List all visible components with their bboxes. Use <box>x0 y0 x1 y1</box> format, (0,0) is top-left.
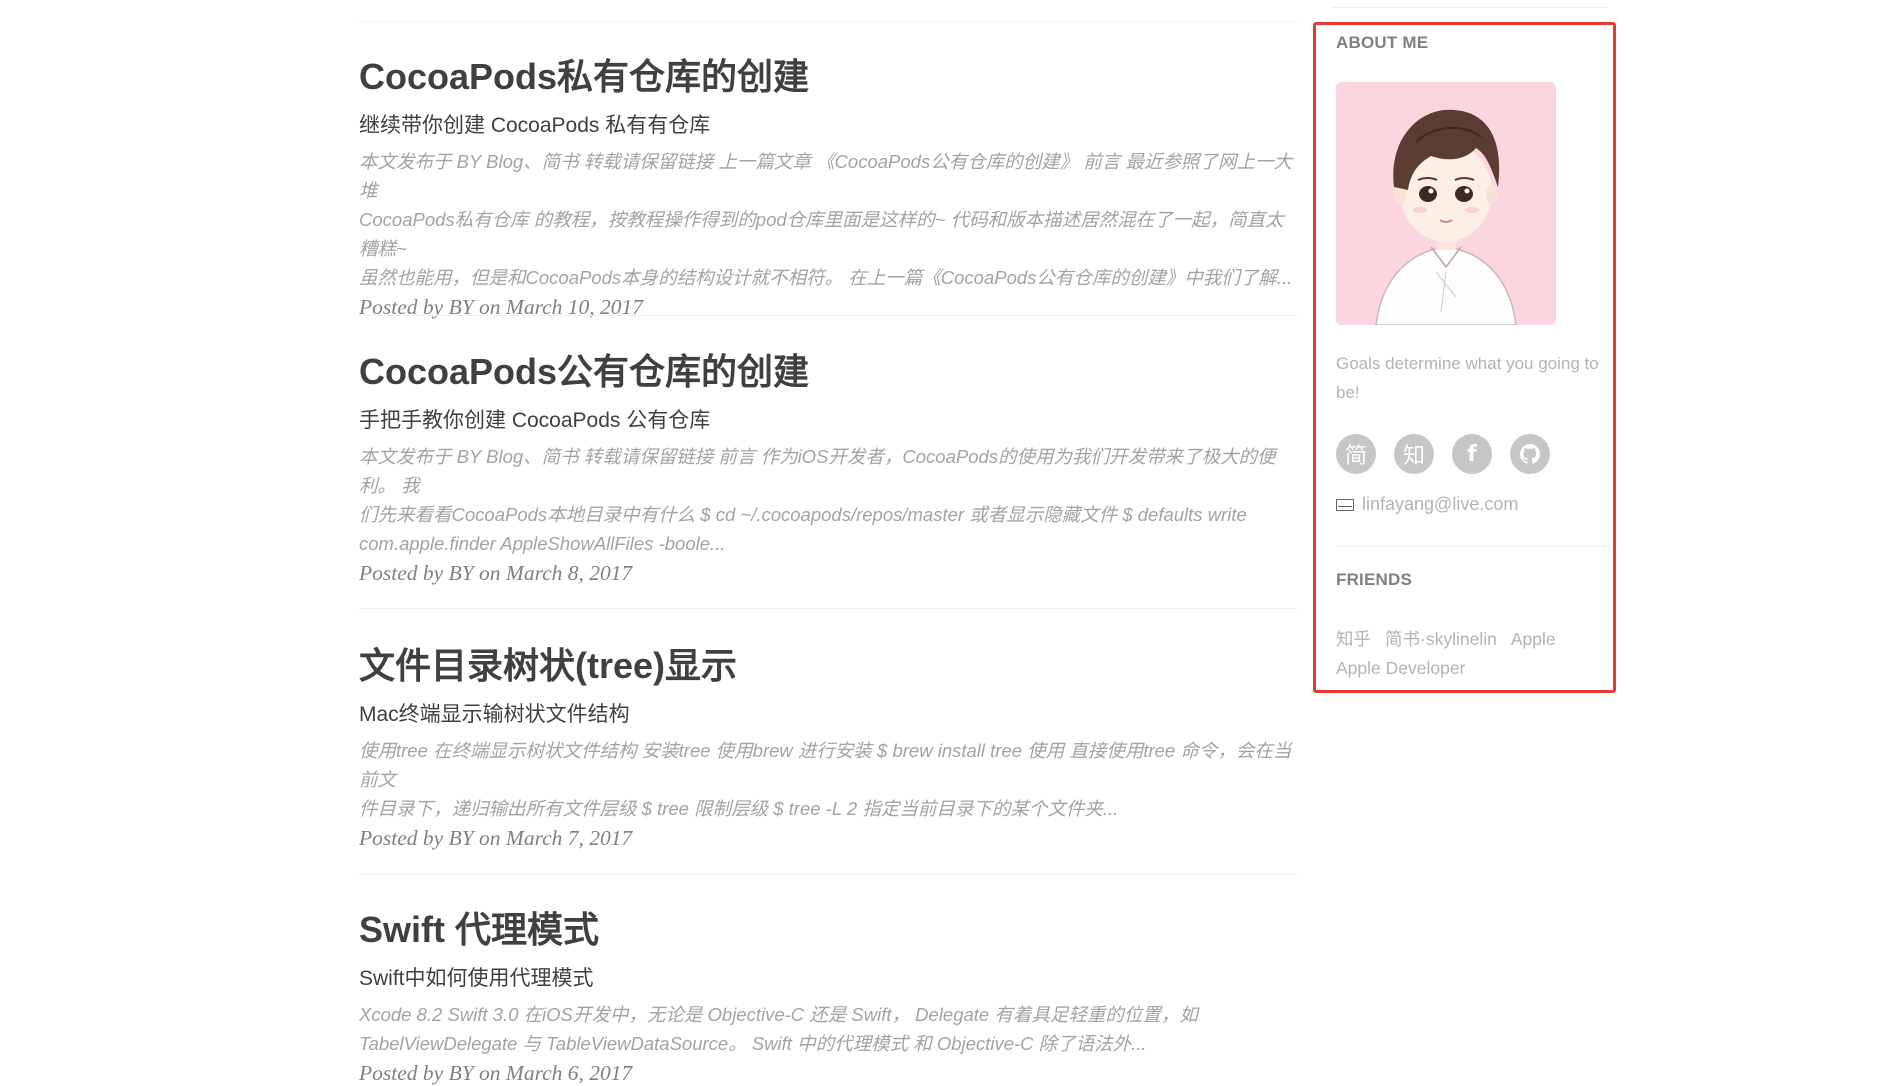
email-link[interactable]: linfayang@live.com <box>1362 494 1518 515</box>
about-me-sidebar: ABOUT ME Goals determine what you going … <box>1313 22 1616 693</box>
friend-link-apple-developer[interactable]: Apple Developer <box>1336 658 1465 678</box>
excerpt-line: Xcode 8.2 Swift 3.0 在iOS开发中，无论是 Objectiv… <box>359 1004 1198 1026</box>
github-glyph <box>1520 444 1540 464</box>
sidebar-divider <box>1336 545 1612 546</box>
post-meta: Posted by BY on March 6, 2017 <box>359 1061 1297 1086</box>
post-title[interactable]: 文件目录树状(tree)显示 <box>359 644 1297 687</box>
meta-prefix: Posted by <box>359 1061 449 1086</box>
post-excerpt: 使用tree 在终端显示树状文件结构 安装tree 使用brew 进行安装 $ … <box>359 736 1297 823</box>
envelope-icon <box>1336 498 1354 511</box>
excerpt-line: com.apple.finder AppleShowAllFiles -bool… <box>359 533 726 555</box>
friend-link-jianshu[interactable]: 简书·skylinelin <box>1385 629 1497 649</box>
excerpt-line: 件目录下，递归输出所有文件层级 $ tree 限制层级 $ tree -L 2 … <box>359 798 1119 820</box>
meta-prefix: Posted by <box>359 826 449 851</box>
post-meta: Posted by BY on March 10, 2017 <box>359 295 1297 320</box>
post-title[interactable]: Swift 代理模式 <box>359 908 1297 951</box>
friend-link-zhihu[interactable]: 知乎 <box>1336 629 1371 649</box>
post-meta: Posted by BY on March 7, 2017 <box>359 826 1297 851</box>
post-meta: Posted by BY on March 8, 2017 <box>359 561 1297 586</box>
friends-list: 知乎 简书·skylinelin Apple Apple Developer <box>1336 625 1612 683</box>
meta-mid: on <box>473 826 506 851</box>
post-preview: CocoaPods公有仓库的创建 手把手教你创建 CocoaPods 公有仓库 … <box>359 350 1297 586</box>
post-subtitle[interactable]: Swift中如何使用代理模式 <box>359 965 1297 992</box>
excerpt-line: 们先来看看CocoaPods本地目录中有什么 $ cd ~/.cocoapods… <box>359 504 1247 526</box>
meta-mid: on <box>473 561 506 586</box>
github-icon[interactable] <box>1510 434 1550 474</box>
divider <box>359 21 1297 22</box>
excerpt-line: 虽然也能用，但是和CocoaPods本身的结构设计就不相符。 在上一篇《Coco… <box>359 267 1293 289</box>
facebook-glyph: f <box>1467 441 1477 467</box>
post-date: March 7, 2017 <box>505 826 633 851</box>
social-links: 简 知 f <box>1336 434 1550 474</box>
sidebar-top-divider <box>1332 7 1608 8</box>
post-excerpt: 本文发布于 BY Blog、简书 转载请保留链接 前言 作为iOS开发者，Coc… <box>359 442 1297 558</box>
excerpt-line: CocoaPods私有仓库 的教程，按教程操作得到的pod仓库里面是这样的~ 代… <box>359 209 1284 260</box>
post-excerpt: Xcode 8.2 Swift 3.0 在iOS开发中，无论是 Objectiv… <box>359 1000 1297 1058</box>
post-preview: Swift 代理模式 Swift中如何使用代理模式 Xcode 8.2 Swif… <box>359 908 1297 1086</box>
friend-link-apple[interactable]: Apple <box>1511 629 1556 649</box>
post-preview: 文件目录树状(tree)显示 Mac终端显示输树状文件结构 使用tree 在终端… <box>359 644 1297 851</box>
author-link[interactable]: BY <box>449 1061 474 1085</box>
email-row: linfayang@live.com <box>1336 494 1518 515</box>
meta-prefix: Posted by <box>359 561 449 586</box>
divider <box>359 315 1297 316</box>
post-excerpt: 本文发布于 BY Blog、简书 转载请保留链接 上一篇文章 《CocoaPod… <box>359 147 1297 292</box>
excerpt-line: TabelViewDelegate 与 TableViewDataSource。… <box>359 1033 1147 1055</box>
post-preview: CocoaPods私有仓库的创建 继续带你创建 CocoaPods 私有有仓库 … <box>359 55 1297 320</box>
excerpt-line: 本文发布于 BY Blog、简书 转载请保留链接 上一篇文章 《CocoaPod… <box>359 151 1292 202</box>
excerpt-line: 使用tree 在终端显示树状文件结构 安装tree 使用brew 进行安装 $ … <box>359 740 1292 791</box>
motto-text: Goals determine what you going to be! <box>1336 354 1599 402</box>
excerpt-line: 本文发布于 BY Blog、简书 转载请保留链接 前言 作为iOS开发者，Coc… <box>359 446 1276 497</box>
author-link[interactable]: BY <box>449 561 474 585</box>
post-subtitle[interactable]: 手把手教你创建 CocoaPods 公有仓库 <box>359 407 1297 434</box>
avatar[interactable] <box>1336 82 1556 325</box>
meta-mid: on <box>473 1061 506 1086</box>
author-link[interactable]: BY <box>449 826 474 850</box>
about-me-heading: ABOUT ME <box>1336 33 1429 52</box>
post-subtitle[interactable]: Mac终端显示输树状文件结构 <box>359 701 1297 728</box>
jianshu-icon[interactable]: 简 <box>1336 434 1376 474</box>
facebook-icon[interactable]: f <box>1452 434 1492 474</box>
divider <box>359 873 1297 874</box>
post-title[interactable]: CocoaPods私有仓库的创建 <box>359 55 1297 98</box>
avatar-illustration <box>1336 82 1556 325</box>
divider <box>359 608 1297 609</box>
friends-heading: FRIENDS <box>1336 570 1413 589</box>
post-date: March 6, 2017 <box>505 1061 633 1086</box>
post-subtitle[interactable]: 继续带你创建 CocoaPods 私有有仓库 <box>359 112 1297 139</box>
zhihu-icon[interactable]: 知 <box>1394 434 1434 474</box>
post-title[interactable]: CocoaPods公有仓库的创建 <box>359 350 1297 393</box>
post-date: March 8, 2017 <box>505 561 633 586</box>
